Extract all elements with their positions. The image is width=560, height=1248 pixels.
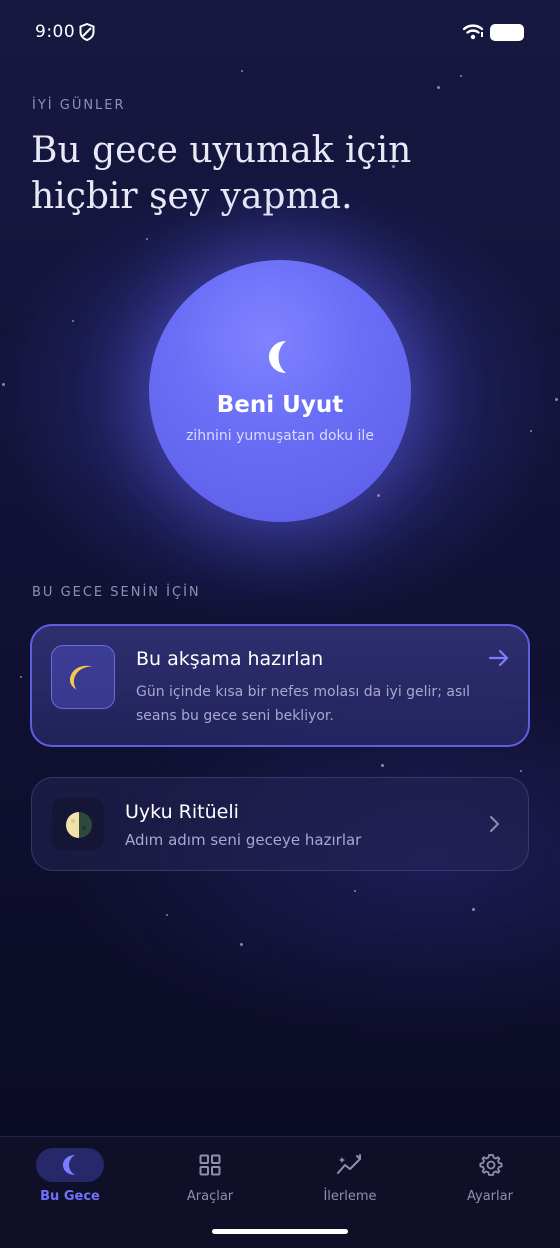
crescent-moon-emoji-icon — [66, 660, 100, 698]
orb-title: Beni Uyut — [216, 392, 344, 418]
tab-label: Ayarlar — [467, 1189, 513, 1204]
gear-icon — [479, 1153, 503, 1181]
tab-ilerleme[interactable]: İlerleme — [280, 1137, 420, 1217]
card-title: Uyku Ritüeli — [125, 801, 239, 823]
tab-label: Bu Gece — [40, 1189, 100, 1204]
card-body: Adım adım seni geceye hazırlar — [125, 831, 362, 849]
status-bar: 9:00 — [0, 0, 560, 64]
greeting-label: İYİ GÜNLER — [32, 98, 126, 113]
card-icon-box — [51, 645, 115, 709]
battery-icon — [490, 24, 524, 41]
tab-label: Araçlar — [186, 1189, 234, 1204]
tab-araclar[interactable]: Araçlar — [140, 1137, 280, 1217]
page-headline: Bu gece uyumak için hiçbir şey yapma. — [31, 130, 412, 217]
sleep-now-button[interactable]: Beni Uyut zihnini yumuşatan doku ile — [149, 260, 411, 522]
sleep-ritual-card[interactable]: Uyku Ritüeli Adım adım seni geceye hazır… — [31, 777, 529, 871]
card-body: Gün içinde kısa bir nefes molası da iyi … — [136, 684, 471, 724]
arrow-right-icon — [488, 648, 510, 672]
grid-icon — [199, 1154, 221, 1180]
section-label: BU GECE SENİN İÇİN — [32, 585, 201, 600]
shield-icon — [79, 22, 95, 45]
moon-icon — [264, 338, 296, 380]
tab-bu-gece[interactable]: Bu Gece — [0, 1137, 140, 1217]
sparkle-chart-icon — [336, 1153, 364, 1181]
half-moon-icon — [65, 811, 93, 843]
prepare-evening-card[interactable]: Bu akşama hazırlan Gün içinde kısa bir n… — [30, 624, 530, 747]
moon-icon — [60, 1153, 80, 1181]
status-time: 9:00 — [35, 22, 76, 42]
tab-label: İlerleme — [323, 1189, 377, 1204]
home-indicator — [212, 1229, 348, 1234]
wifi-icon — [462, 23, 484, 44]
tab-ayarlar[interactable]: Ayarlar — [420, 1137, 560, 1217]
orb-subtitle: zihnini yumuşatan doku ile — [186, 428, 374, 444]
card-icon-box — [52, 798, 104, 850]
chevron-right-icon — [488, 815, 500, 837]
card-title: Bu akşama hazırlan — [136, 648, 324, 670]
